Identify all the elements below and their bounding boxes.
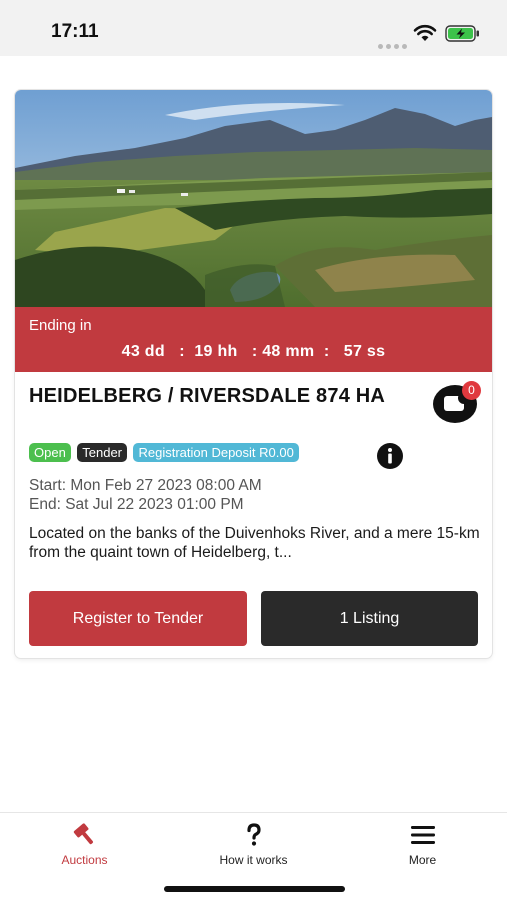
watch-count-badge: 0 [462,381,481,400]
menu-icon [411,826,435,844]
tab-how-it-works-label: How it works [219,853,288,867]
signal-dots-icon [378,36,410,54]
listings-button[interactable]: 1 Listing [261,591,478,646]
countdown-seconds: 57 ss [343,343,386,360]
battery-charging-icon [445,25,479,42]
watchlist-button[interactable]: 0 [431,381,483,425]
gavel-icon [73,823,93,845]
tab-more[interactable]: More [338,813,507,873]
auction-badges: Open Tender Registration Deposit R0.00 [29,443,301,463]
countdown-label: Ending in [29,317,92,334]
tab-auctions-label: Auctions [61,853,108,867]
countdown-minutes: 48 mm [262,343,315,360]
auction-description: Located on the banks of the Duivenhoks R… [29,525,480,561]
bottom-tab-bar: Auctions How it works More [0,812,507,901]
wifi-icon [413,24,437,41]
info-icon[interactable] [376,442,404,470]
countdown-hours: 19 hh [194,343,238,360]
start-date: Start: Mon Feb 27 2023 08:00 AM [29,477,262,494]
type-badge: Tender [77,443,128,462]
countdown-timer: 43 dd : 19 hh : 48 mm : 57 ss [121,343,386,360]
tab-how-it-works[interactable]: How it works [169,813,338,873]
register-to-tender-button[interactable]: Register to Tender [29,591,247,646]
deposit-badge: Registration Deposit R0.00 [133,443,299,462]
status-bar: 17:11 [0,0,507,56]
status-time: 17:11 [51,21,99,42]
status-badge: Open [29,443,71,462]
home-indicator [164,886,345,892]
countdown-banner: Ending in 43 dd : 19 hh : 48 mm : 57 ss [15,307,492,372]
tab-auctions[interactable]: Auctions [0,813,169,873]
countdown-days: 43 dd [121,343,165,360]
tab-more-label: More [408,853,437,867]
auction-title[interactable]: HEIDELBERG / RIVERSDALE 874 HA [29,384,424,408]
auction-card[interactable]: Ending in 43 dd : 19 hh : 48 mm : 57 ss … [15,90,492,658]
question-icon [247,823,261,846]
auction-hero-image [15,90,492,307]
auction-dates: Start: Mon Feb 27 2023 08:00 AM End: Sat… [29,476,262,514]
end-date: End: Sat Jul 22 2023 01:00 PM [29,496,244,513]
